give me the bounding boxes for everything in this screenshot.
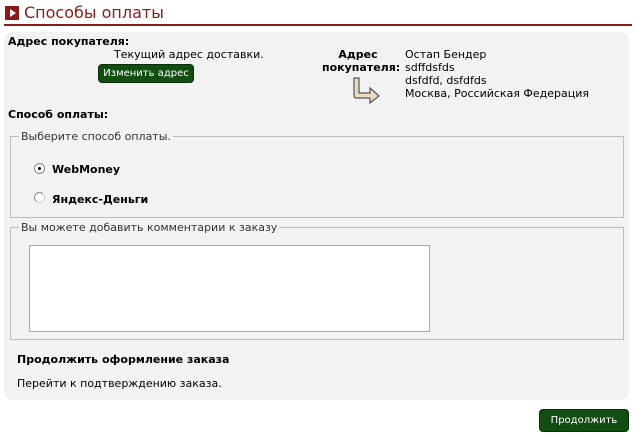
buyer-address-label-line1: Адрес	[338, 48, 378, 61]
address-line: sdffdsfds	[405, 61, 455, 74]
curved-arrow-icon	[353, 77, 380, 104]
continue-button[interactable]: Продолжить	[539, 409, 629, 432]
buyer-address-label: Адрес покупателя:	[322, 48, 401, 74]
comment-textarea[interactable]	[29, 245, 430, 332]
change-address-button[interactable]: Изменить адрес	[98, 64, 194, 83]
buyer-address-label-line2: покупателя:	[322, 61, 401, 74]
option-label-yandex-money[interactable]: Яндекс-Деньги	[52, 193, 148, 206]
comments-legend: Вы можете добавить комментарии к заказу	[21, 221, 278, 234]
current-delivery-text: Текущий адрес доставки.	[114, 48, 264, 61]
buyer-address-block: Остап Бендер sdffdsfds dsfdfd, dsfdfds М…	[405, 48, 589, 100]
option-label-webmoney[interactable]: WebMoney	[52, 163, 120, 176]
page-header: Способы оплаты	[4, 3, 632, 26]
checkout-panel: Адрес покупателя: Текущий адрес доставки…	[4, 32, 629, 400]
address-line: Остап Бендер	[405, 48, 487, 61]
radio-yandex-money[interactable]	[34, 192, 45, 203]
buyer-address-heading: Адрес покупателя:	[8, 35, 130, 48]
payment-method-heading: Способ оплаты:	[8, 108, 109, 121]
play-arrow-icon	[5, 6, 19, 20]
continue-section-text: Перейти к подтверждению заказа.	[17, 377, 222, 390]
continue-section-title: Продолжить оформление заказа	[17, 353, 230, 366]
payment-options-legend: Выберите способ оплаты.	[21, 130, 171, 143]
address-line: Москва, Российская Федерация	[405, 87, 590, 100]
address-line: dsfdfd, dsfdfds	[405, 74, 487, 87]
page-title: Способы оплаты	[24, 3, 164, 22]
radio-webmoney[interactable]	[34, 163, 45, 174]
